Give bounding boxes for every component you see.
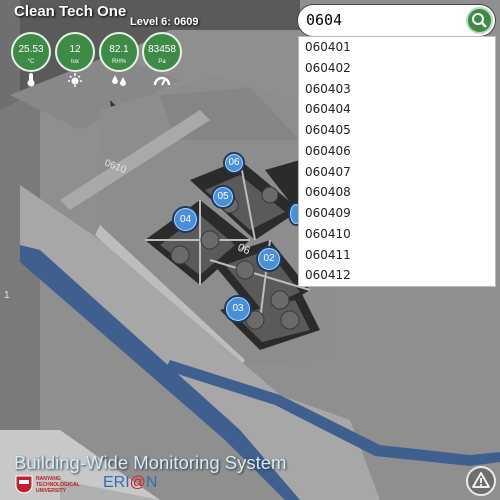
gauge-icon (153, 76, 171, 86)
thermometer-icon (27, 73, 35, 87)
university-name: NANYANG TECHNOLOGICAL UNIVERSITY (36, 476, 80, 494)
pressure-value: 83458 (148, 44, 176, 55)
room-marker-02[interactable]: 02 (256, 246, 282, 272)
search-icon (472, 13, 487, 28)
building-title: Clean Tech One (14, 3, 127, 20)
temperature-reading[interactable]: 25.53 °C (11, 32, 51, 72)
search-result-item[interactable]: 060409 (299, 203, 495, 224)
humidity-value: 82.1 (109, 44, 129, 55)
light-value: 12 (69, 44, 81, 55)
university-crest-icon (15, 475, 33, 494)
water-drops-icon (112, 75, 126, 86)
humidity-reading[interactable]: 82.1 RH% (99, 32, 139, 72)
search-input[interactable] (306, 9, 456, 31)
light-reading[interactable]: 12 lux (55, 32, 95, 72)
room-marker-06[interactable]: 06 (223, 152, 245, 174)
room-marker-05[interactable]: 05 (211, 185, 235, 209)
search-result-item[interactable]: 060412 (299, 265, 495, 286)
level-label: Level 6: 0609 (130, 16, 199, 28)
alert-button[interactable] (466, 466, 496, 496)
warning-icon (472, 472, 490, 488)
light-unit: lux (71, 59, 79, 65)
search-result-item[interactable]: 060404 (299, 99, 495, 120)
search-result-item[interactable]: 060408 (299, 182, 495, 203)
pressure-unit: Pa (158, 59, 166, 65)
room-search[interactable] (297, 4, 496, 37)
search-result-item[interactable]: 060410 (299, 224, 495, 245)
system-title: Building-Wide Monitoring System (14, 452, 287, 473)
room-marker-04[interactable]: 04 (172, 206, 199, 233)
search-result-item[interactable]: 060406 (299, 141, 495, 162)
search-result-item[interactable]: 060403 (299, 79, 495, 100)
pressure-reading[interactable]: 83458 Pa (142, 32, 182, 72)
search-button[interactable] (466, 7, 493, 34)
temperature-value: 25.53 (18, 44, 44, 55)
humidity-unit: RH% (111, 59, 126, 65)
erian-logo: ERI@N (103, 474, 158, 491)
building-viewer[interactable]: 0610 06 1 Clean Tech One Level 6: 0609 2… (0, 0, 500, 500)
search-result-item[interactable]: 060402 (299, 58, 495, 79)
room-marker-03[interactable]: 03 (224, 295, 252, 323)
search-result-item[interactable]: 060401 (299, 37, 495, 58)
search-result-item[interactable]: 060405 (299, 120, 495, 141)
temperature-unit: °C (27, 59, 35, 65)
sun-icon (68, 73, 82, 87)
search-results-dropdown[interactable]: 060401 060402 060403 060404 060405 06040… (298, 36, 496, 287)
search-result-item[interactable]: 060407 (299, 162, 495, 183)
search-result-item[interactable]: 060411 (299, 245, 495, 266)
room-label-edge: 1 (4, 290, 10, 301)
